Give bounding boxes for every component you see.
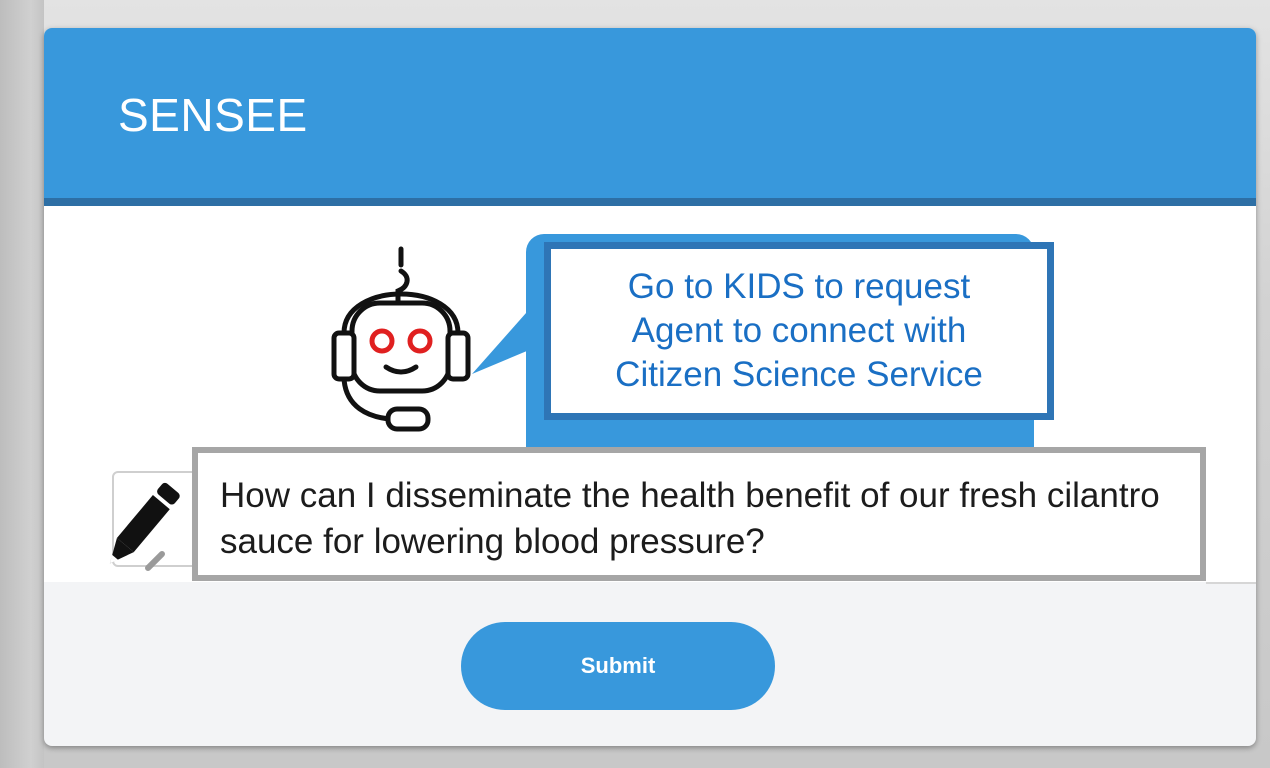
submit-button[interactable]: Submit: [461, 622, 775, 710]
question-text: How can I disseminate the health benefit…: [220, 476, 1160, 561]
app-title: SENSEE: [118, 89, 308, 141]
header-bar: SENSEE: [44, 28, 1256, 206]
robot-headset-icon: [331, 246, 471, 432]
page-left-edge: [0, 0, 44, 768]
question-input[interactable]: How can I disseminate the health benefit…: [192, 447, 1206, 581]
bot-message-box: Go to KIDS to request Agent to connect w…: [544, 242, 1054, 420]
divider: [1206, 582, 1256, 584]
sensee-card: SENSEE Go to KIDS to request Agent to co…: [44, 28, 1256, 746]
bot-message: Go to KIDS to request Agent to connect w…: [615, 267, 983, 394]
pencil-icon: [109, 482, 180, 571]
